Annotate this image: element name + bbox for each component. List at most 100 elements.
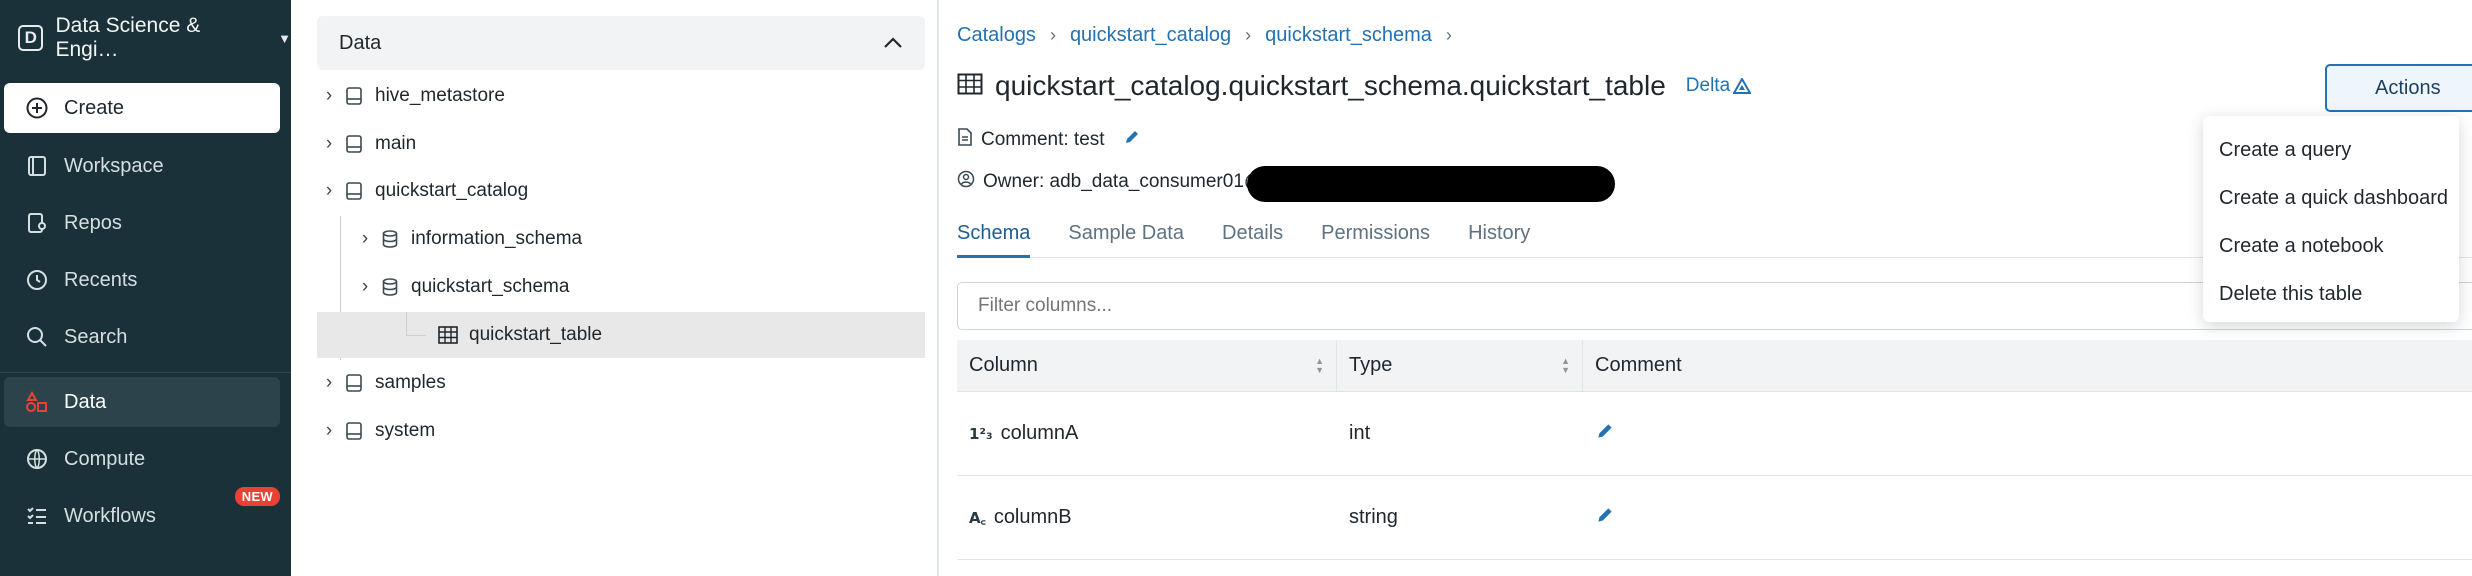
- sidebar-item-recents[interactable]: Recents: [4, 255, 280, 305]
- tab-permissions[interactable]: Permissions: [1321, 218, 1430, 258]
- sidebar-item-repos[interactable]: Repos: [4, 198, 280, 248]
- breadcrumb-schema[interactable]: quickstart_schema: [1265, 24, 1432, 47]
- breadcrumb-catalogs[interactable]: Catalogs: [957, 24, 1036, 47]
- table-row: A꜀ columnB string: [957, 476, 2472, 560]
- chevron-right-icon[interactable]: ›: [353, 228, 377, 250]
- chevron-right-icon[interactable]: ›: [317, 372, 341, 394]
- column-name: columnA: [1000, 422, 1079, 444]
- menu-item-create-notebook[interactable]: Create a notebook: [2203, 222, 2459, 270]
- edit-comment-icon[interactable]: [1595, 421, 1615, 447]
- tree-item-label: samples: [375, 372, 446, 393]
- page-title: quickstart_catalog.quickstart_schema.qui…: [995, 70, 1666, 101]
- table-icon: [957, 73, 983, 100]
- actions-menu: Create a query Create a quick dashboard …: [2203, 116, 2459, 322]
- tree-item-label: hive_metastore: [375, 85, 505, 106]
- sidebar-nav: D Data Science & Engi… ▼ Create Workspac…: [0, 0, 291, 576]
- database-icon: [377, 278, 403, 296]
- column-name-cell: A꜀ columnB: [957, 506, 1337, 529]
- breadcrumb-catalog[interactable]: quickstart_catalog: [1070, 24, 1231, 47]
- tree-item-system[interactable]: › system: [317, 408, 925, 454]
- search-label: Search: [64, 325, 128, 348]
- tree-header-title: Data: [339, 31, 382, 54]
- title-row: quickstart_catalog.quickstart_schema.qui…: [957, 70, 1752, 102]
- menu-item-create-dashboard[interactable]: Create a quick dashboard: [2203, 174, 2459, 222]
- sort-icon[interactable]: ▲ ▼: [1315, 356, 1324, 375]
- column-header-type[interactable]: Type ▲ ▼: [1337, 339, 1583, 392]
- workspace-label: Workspace: [64, 154, 164, 177]
- tree-item-information-schema[interactable]: › information_schema: [317, 216, 925, 262]
- tree-item-label: quickstart_schema: [411, 276, 570, 297]
- workspace-badge: D: [18, 25, 44, 51]
- create-button[interactable]: Create: [4, 83, 280, 133]
- delta-label: Delta: [1685, 75, 1731, 96]
- sidebar-item-workflows[interactable]: Workflows NEW: [4, 487, 280, 541]
- column-header-label: Comment: [1595, 354, 1682, 376]
- tab-history[interactable]: History: [1468, 218, 1530, 258]
- tree-item-label: information_schema: [411, 228, 583, 249]
- workspace-name: Data Science & Engi…: [55, 14, 201, 61]
- workspace-icon: [24, 153, 50, 179]
- tree-item-hive-metastore[interactable]: › hive_metastore: [317, 73, 925, 119]
- tree-item-label: quickstart_table: [469, 324, 603, 345]
- column-name: columnB: [993, 506, 1072, 528]
- chevron-right-icon: ›: [1049, 25, 1056, 45]
- tab-schema[interactable]: Schema: [957, 218, 1031, 258]
- nav-divider: [0, 372, 291, 373]
- caret-down-icon: ▼: [278, 30, 291, 46]
- data-icon: [24, 389, 50, 415]
- tree-header[interactable]: Data: [317, 16, 925, 70]
- edit-comment-icon[interactable]: [1595, 505, 1615, 531]
- column-header-column[interactable]: Column ▲ ▼: [957, 339, 1337, 392]
- document-icon: [957, 128, 973, 152]
- table-row: 1²₃ columnA int: [957, 392, 2472, 476]
- database-icon: [377, 230, 403, 248]
- tree-item-label: main: [375, 133, 417, 154]
- owner-text: Owner: adb_data_consumer01@: [983, 171, 1264, 192]
- tab-details[interactable]: Details: [1222, 218, 1283, 258]
- tree-item-label: system: [375, 420, 436, 441]
- chevron-up-icon[interactable]: [883, 32, 903, 55]
- catalog-icon: [341, 182, 367, 200]
- sidebar-item-search[interactable]: Search: [4, 312, 280, 362]
- column-header-label: Type: [1349, 354, 1393, 376]
- comment-row: Comment: test: [957, 128, 1141, 152]
- column-comment-cell: [1583, 505, 2472, 531]
- chevron-right-icon[interactable]: ›: [317, 85, 341, 107]
- tree-item-quickstart-catalog[interactable]: › quickstart_catalog: [317, 168, 925, 214]
- tree-item-samples[interactable]: › samples: [317, 360, 925, 406]
- table-icon: [435, 326, 461, 344]
- actions-button[interactable]: Actions: [2325, 64, 2472, 112]
- tab-sample-data[interactable]: Sample Data: [1068, 218, 1184, 258]
- catalog-tree-panel: Data › hive_metastore › main › quickstar…: [291, 0, 939, 576]
- column-name-cell: 1²₃ columnA: [957, 422, 1337, 445]
- tree-item-quickstart-schema[interactable]: › quickstart_schema: [317, 264, 925, 310]
- sidebar-item-data[interactable]: Data: [4, 377, 280, 427]
- sort-icon[interactable]: ▲ ▼: [1561, 356, 1570, 375]
- chevron-right-icon[interactable]: ›: [317, 133, 341, 155]
- tree-indent-guide: [406, 312, 407, 335]
- chevron-right-icon[interactable]: ›: [353, 276, 377, 298]
- workspace-switcher[interactable]: D Data Science & Engi… ▼: [18, 14, 291, 61]
- workflows-icon: [24, 503, 50, 529]
- tree-item-main[interactable]: › main: [317, 121, 925, 167]
- create-label: Create: [64, 96, 125, 119]
- chevron-right-icon[interactable]: ›: [317, 420, 341, 442]
- recents-label: Recents: [64, 268, 138, 291]
- menu-item-create-query[interactable]: Create a query: [2203, 126, 2459, 174]
- column-type: int: [1349, 422, 1371, 444]
- owner-row: Owner: adb_data_consumer01@: [957, 170, 1263, 194]
- tree-indent-guide: [406, 335, 426, 336]
- schema-table: Column ▲ ▼ Type ▲ ▼ Comment 1²₃ columnA in…: [957, 339, 2472, 560]
- table-header-row: Column ▲ ▼ Type ▲ ▼ Comment: [957, 339, 2472, 392]
- redaction-mark: [1247, 166, 1615, 202]
- repos-label: Repos: [64, 211, 122, 234]
- column-comment-cell: [1583, 421, 2472, 447]
- catalog-icon: [341, 87, 367, 105]
- chevron-right-icon[interactable]: ›: [317, 180, 341, 202]
- menu-item-delete-table[interactable]: Delete this table: [2203, 270, 2459, 318]
- edit-comment-icon[interactable]: [1123, 128, 1141, 152]
- sidebar-item-workspace[interactable]: Workspace: [4, 141, 280, 191]
- string-type-icon: A꜀: [969, 508, 986, 527]
- breadcrumb: Catalogs › quickstart_catalog › quicksta…: [957, 24, 1452, 47]
- sidebar-item-compute[interactable]: Compute: [4, 434, 280, 484]
